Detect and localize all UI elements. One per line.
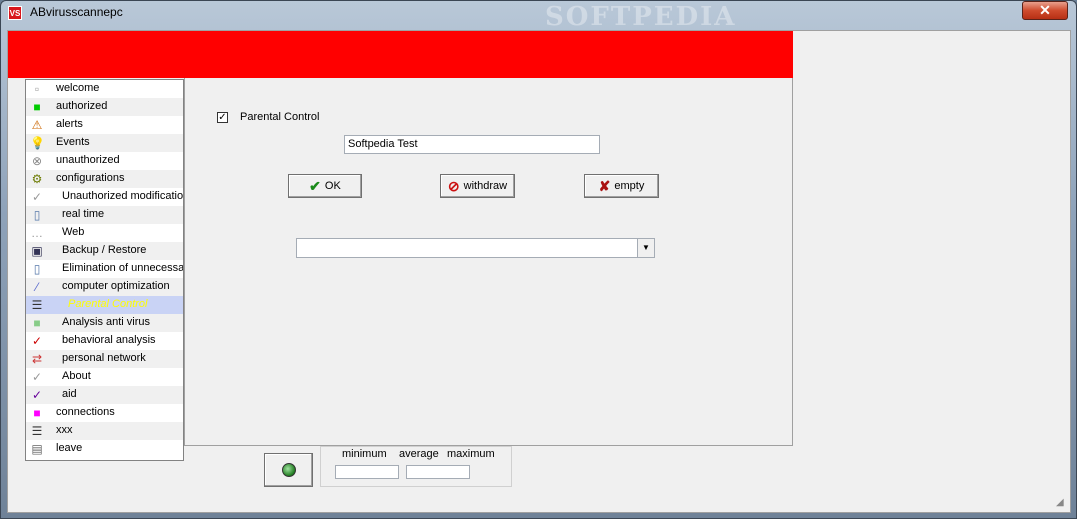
title-bar: VS ABvirusscannepc SOFTPEDIA ✕ bbox=[0, 0, 1077, 32]
network-icon: ⇄ bbox=[31, 352, 43, 366]
empty-button[interactable]: ✘ empty bbox=[584, 174, 659, 198]
sidebar-item-label: alerts bbox=[56, 118, 83, 130]
empty-button-label: empty bbox=[614, 180, 645, 192]
sidebar-item-label: leave bbox=[56, 442, 83, 454]
sidebar-item-label: real time bbox=[62, 208, 105, 220]
checkmark-icon: ✔ bbox=[309, 178, 321, 195]
list-icon: ☰ bbox=[31, 424, 43, 438]
magenta-square-icon: ■ bbox=[33, 406, 41, 420]
green-square-icon: ■ bbox=[33, 100, 41, 114]
power-button[interactable] bbox=[264, 453, 313, 487]
wand-icon: ⁄ bbox=[35, 280, 38, 294]
sidebar-item-label: authorized bbox=[56, 100, 108, 112]
info-icon: ▫ bbox=[34, 82, 40, 96]
block-icon: ⊗ bbox=[31, 154, 43, 168]
minimum-field[interactable] bbox=[335, 465, 399, 479]
ok-button[interactable]: ✔ OK bbox=[288, 174, 362, 198]
sidebar-item-analysis-anti-virus[interactable]: ■ Analysis anti virus bbox=[26, 314, 183, 332]
parental-control-checkbox[interactable]: ✓ bbox=[217, 112, 228, 123]
list-icon: ☰ bbox=[31, 298, 43, 312]
ok-button-label: OK bbox=[324, 180, 341, 192]
sidebar-item-label: computer optimization bbox=[62, 280, 170, 292]
main-panel bbox=[184, 78, 793, 446]
chevron-down-icon[interactable]: ▼ bbox=[637, 239, 654, 257]
sidebar-item-label: aid bbox=[62, 388, 77, 400]
sidebar-item-parental-control[interactable]: ☰ Parental Control bbox=[26, 296, 183, 314]
sidebar-item-label: xxx bbox=[56, 424, 73, 436]
sidebar-item-label: Parental Control bbox=[68, 298, 148, 310]
lightbulb-icon: 💡 bbox=[30, 136, 45, 150]
sidebar-item-configurations[interactable]: ⚙ configurations bbox=[26, 170, 183, 188]
sidebar-item-label: About bbox=[62, 370, 91, 382]
sidebar-item-connections[interactable]: ■ connections bbox=[26, 404, 183, 422]
config-icon: ⚙ bbox=[31, 172, 43, 186]
profile-select[interactable]: ▼ bbox=[296, 238, 655, 258]
sidebar-item-backup-restore[interactable]: ▣ Backup / Restore bbox=[26, 242, 183, 260]
alert-icon: ⚠ bbox=[31, 118, 43, 132]
backup-icon: ▣ bbox=[31, 244, 43, 258]
sidebar-item-unauthorized-modifications[interactable]: ✓ Unauthorized modifications bbox=[26, 188, 183, 206]
softpedia-watermark: SOFTPEDIA bbox=[545, 2, 737, 32]
sidebar-item-label: Backup / Restore bbox=[62, 244, 147, 256]
check-icon: ✓ bbox=[31, 370, 43, 384]
check-purple-icon: ✓ bbox=[31, 388, 43, 402]
minimum-label: minimum bbox=[342, 448, 387, 460]
sidebar-item-label: configurations bbox=[56, 172, 125, 184]
exit-icon: ▤ bbox=[31, 442, 43, 456]
sidebar-item-about[interactable]: ✓ About bbox=[26, 368, 183, 386]
sidebar-item-real-time[interactable]: ▯ real time bbox=[26, 206, 183, 224]
check-red-icon: ✓ bbox=[31, 334, 43, 348]
withdraw-button-label: withdraw bbox=[463, 180, 508, 192]
web-icon: … bbox=[31, 226, 43, 240]
sidebar-item-behavioral-analysis[interactable]: ✓ behavioral analysis bbox=[26, 332, 183, 350]
sidebar-item-aid[interactable]: ✓ aid bbox=[26, 386, 183, 404]
sidebar-item-computer-optimization[interactable]: ⁄ computer optimization bbox=[26, 278, 183, 296]
sidebar-item-label: behavioral analysis bbox=[62, 334, 156, 346]
average-field[interactable] bbox=[406, 465, 470, 479]
sidebar-nav: ▫ welcome ■ authorized ⚠ alerts 💡 Events ⊗ unauth… bbox=[25, 79, 184, 461]
sidebar-item-label: welcome bbox=[56, 82, 100, 94]
sidebar-item-welcome[interactable]: ▫ welcome bbox=[26, 80, 183, 98]
sidebar-item-label: Web bbox=[62, 226, 85, 238]
sidebar-item-authorized[interactable]: ■ authorized bbox=[26, 98, 183, 116]
header-banner bbox=[8, 31, 793, 78]
sidebar-item-elimination-of-unnecessary-files[interactable]: ▯ Elimination of unnecessary files bbox=[26, 260, 183, 278]
power-icon bbox=[282, 463, 296, 477]
sidebar-item-events[interactable]: 💡 Events bbox=[26, 134, 183, 152]
close-button[interactable]: ✕ bbox=[1022, 1, 1068, 20]
parental-control-label: Parental Control bbox=[240, 111, 320, 123]
app-logo-icon: VS bbox=[8, 6, 22, 20]
maximum-label: maximum bbox=[447, 448, 495, 460]
no-entry-icon: ⊘ bbox=[447, 178, 460, 195]
sidebar-item-label: connections bbox=[56, 406, 115, 418]
green-box-icon: ■ bbox=[33, 316, 41, 330]
sidebar-item-label: personal network bbox=[62, 352, 146, 364]
sidebar-item-personal-network[interactable]: ⇄ personal network bbox=[26, 350, 183, 368]
window-title: ABvirusscannepc bbox=[30, 5, 123, 19]
sidebar-item-label: Unauthorized modifications bbox=[62, 190, 183, 202]
sidebar-item-alerts[interactable]: ⚠ alerts bbox=[26, 116, 183, 134]
page-icon: ▯ bbox=[33, 262, 41, 276]
sidebar-item-unauthorized[interactable]: ⊗ unauthorized bbox=[26, 152, 183, 170]
page-icon: ▯ bbox=[33, 208, 41, 222]
sidebar-item-label: Events bbox=[56, 136, 90, 148]
check-icon: ✓ bbox=[31, 190, 43, 204]
resize-grip-icon[interactable]: ◢ bbox=[1056, 497, 1068, 509]
name-input[interactable]: Softpedia Test bbox=[344, 135, 600, 154]
red-x-icon: ✘ bbox=[598, 178, 611, 195]
sidebar-item-label: Analysis anti virus bbox=[62, 316, 151, 328]
sidebar-item-label: Elimination of unnecessary files bbox=[62, 262, 183, 274]
sidebar-item-xxx[interactable]: ☰ xxx bbox=[26, 422, 183, 440]
sidebar-item-web[interactable]: … Web bbox=[26, 224, 183, 242]
average-label: average bbox=[399, 448, 439, 460]
withdraw-button[interactable]: ⊘ withdraw bbox=[440, 174, 515, 198]
sidebar-item-label: unauthorized bbox=[56, 154, 120, 166]
sidebar-item-leave[interactable]: ▤ leave bbox=[26, 440, 183, 458]
